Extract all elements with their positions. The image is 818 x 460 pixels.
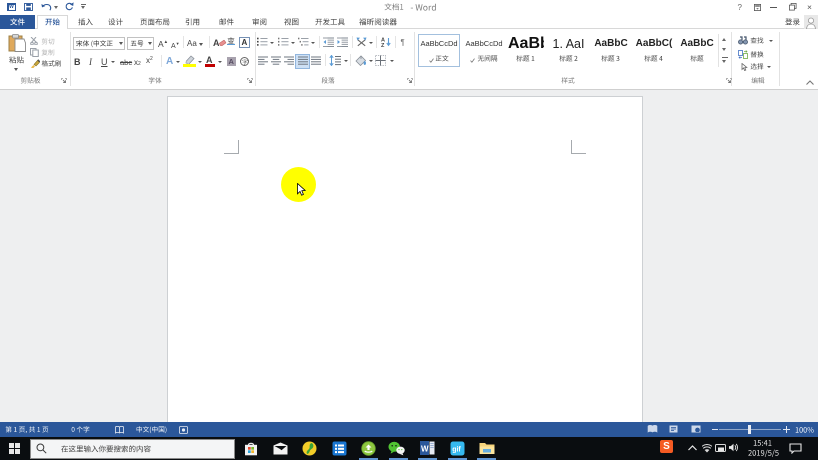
svg-text:gif: gif — [452, 447, 461, 454]
svg-text:W: W — [421, 445, 429, 454]
